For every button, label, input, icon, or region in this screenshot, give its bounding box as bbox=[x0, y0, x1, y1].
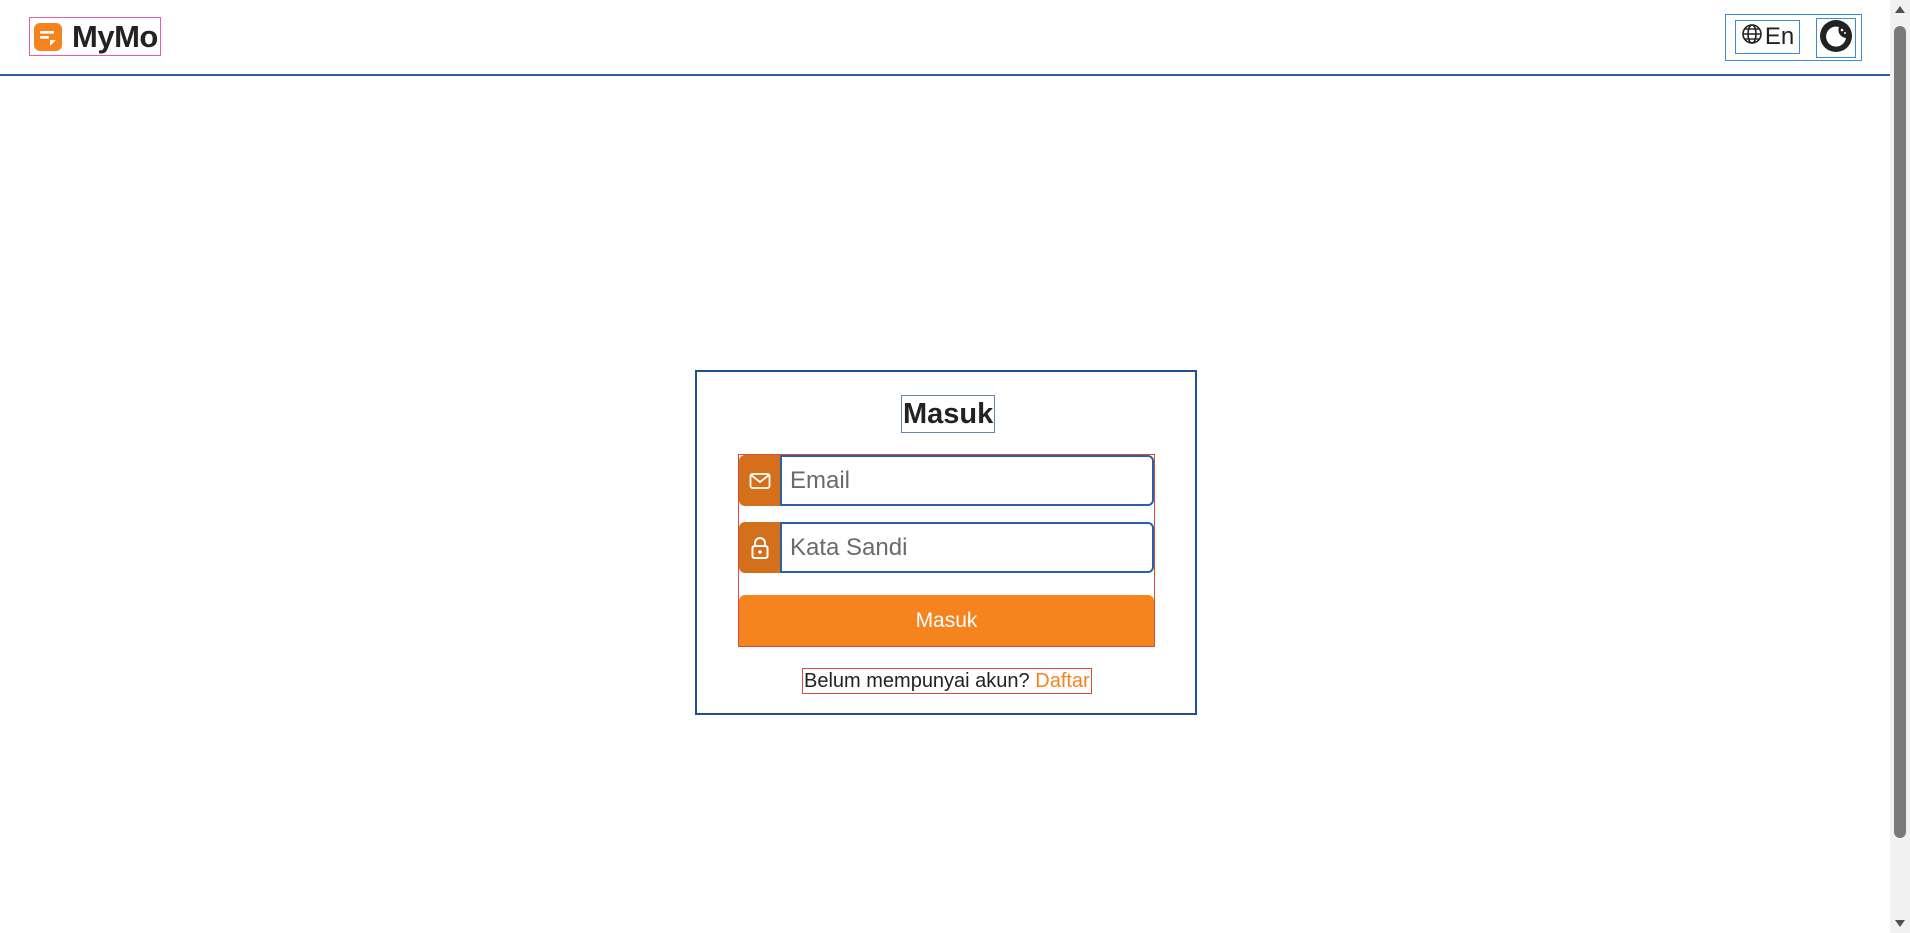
password-field[interactable] bbox=[780, 522, 1154, 573]
moon-icon bbox=[1819, 19, 1853, 58]
language-button[interactable]: En bbox=[1735, 20, 1800, 54]
scrollbar-thumb[interactable] bbox=[1894, 26, 1906, 838]
language-label: En bbox=[1764, 23, 1795, 50]
signup-link[interactable]: Daftar bbox=[1035, 670, 1089, 692]
brand-name: MyMo bbox=[72, 18, 158, 54]
top-navbar: MyMo En bbox=[0, 0, 1890, 76]
email-field-group bbox=[739, 455, 1154, 506]
mail-icon bbox=[739, 455, 780, 506]
page-title: Masuk bbox=[901, 395, 996, 433]
signup-prompt: Belum mempunyai akun? Daftar bbox=[802, 668, 1092, 694]
globe-icon bbox=[1741, 23, 1763, 52]
page-scrollbar[interactable] bbox=[1890, 0, 1910, 933]
password-field-group bbox=[739, 522, 1154, 573]
header-actions: En bbox=[1725, 14, 1862, 61]
scroll-down-arrow-icon[interactable] bbox=[1895, 920, 1905, 927]
brand-link[interactable]: MyMo bbox=[29, 17, 161, 56]
signup-prompt-text: Belum mempunyai akun? bbox=[804, 670, 1030, 692]
scroll-up-arrow-icon[interactable] bbox=[1895, 6, 1905, 13]
lock-icon bbox=[739, 522, 780, 573]
login-card: Masuk Masuk Belum mempunya bbox=[695, 370, 1197, 715]
email-field[interactable] bbox=[780, 455, 1154, 506]
note-icon bbox=[34, 22, 62, 51]
login-submit-button[interactable]: Masuk bbox=[739, 595, 1154, 646]
theme-toggle-button[interactable] bbox=[1816, 18, 1856, 58]
login-form: Masuk bbox=[738, 454, 1155, 647]
